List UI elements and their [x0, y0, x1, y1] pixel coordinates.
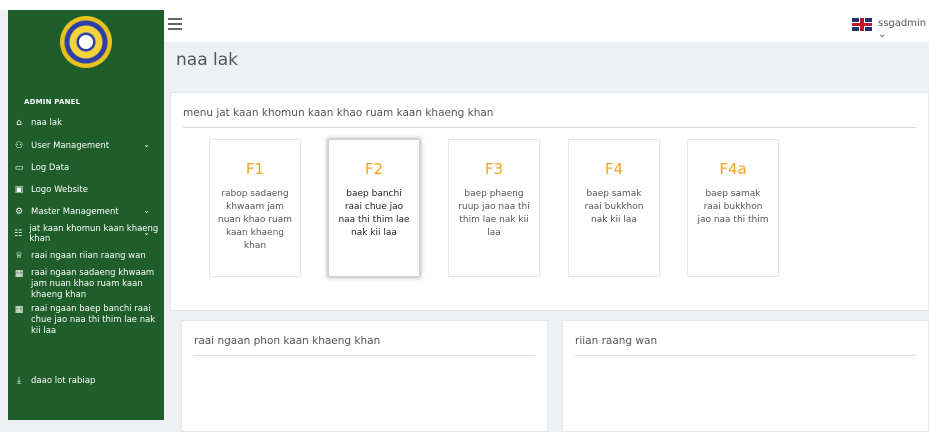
top-strip [0, 0, 929, 10]
card-code: F2 [364, 160, 384, 178]
sidebar-item-home[interactable]: ⌂ naa lak [8, 114, 164, 132]
card-code: F4a [719, 160, 747, 178]
admin-panel-label: ADMIN PANEL [24, 98, 81, 106]
sidebar-item-label: User Management [31, 141, 110, 151]
home-icon: ⌂ [16, 118, 22, 128]
logo-center [79, 35, 93, 49]
divider [183, 127, 916, 128]
card-description: baep samak raai bukkhon nak kii laa [584, 189, 644, 225]
sidebar-item-label: daao lot rabiap [31, 376, 96, 386]
download-icon: ⤓ [17, 376, 21, 386]
sidebar-item-label: Log Data [31, 163, 70, 173]
medals-panel: riian raang wan [562, 320, 929, 432]
cogs-icon: ⚙ [14, 207, 24, 217]
page-title: naa lak [176, 50, 238, 70]
sitemap-icon: ☷ [14, 229, 23, 239]
card-f4a[interactable]: F4a baep samak raai bukkhon jao naa thi … [687, 139, 779, 277]
chevron-down-icon: ⌄ [143, 140, 150, 149]
medals-panel-title: riian raang wan [575, 335, 658, 347]
sidebar-item-label: Master Management [31, 207, 119, 217]
card-description: baep banchi raai chue jao naa thi thim l… [338, 189, 410, 238]
organization-logo[interactable] [60, 16, 112, 68]
card-code: F4 [604, 160, 624, 178]
table-icon: ▦ [14, 269, 24, 279]
menu-panel-title: menu jat kaan khomun kaan khao ruam kaan… [183, 107, 494, 119]
card-f4[interactable]: F4 baep samak raai bukkhon nak kii laa [568, 139, 660, 277]
sidebar-item-master-management[interactable]: ⚙ Master Management ⌄ [8, 203, 164, 221]
sidebar-item-logo-website[interactable]: ▣ Logo Website [8, 181, 164, 199]
user-menu[interactable]: ssgadmin ⌄ [878, 18, 929, 40]
users-icon: ⚇ [14, 141, 24, 151]
divider [194, 355, 535, 356]
sidebar-item-participation-report[interactable]: ▦ raai ngaan sadaeng khwaam jam nuan kha… [8, 268, 164, 300]
sidebar-item-label: naa lak [31, 118, 62, 128]
card-description: rabop sadaeng khwaam jam nuan khao ruam … [218, 189, 292, 251]
results-panel-title: raai ngaan phon kaan khaeng khan [194, 335, 381, 347]
sidebar-item-label: Logo Website [31, 185, 88, 195]
sidebar-item-label: raai ngaan sadaeng khwaam jam nuan khao … [31, 268, 155, 300]
image-icon: ▣ [14, 185, 24, 195]
sidebar-item-label: raai ngaan baep banchi raai chue jao naa… [31, 304, 156, 336]
divider [575, 355, 916, 356]
card-description: baep samak raai bukkhon jao naa thi thim [697, 189, 769, 225]
table-icon: ▦ [14, 305, 24, 315]
card-f1[interactable]: F1 rabop sadaeng khwaam jam nuan khao ru… [209, 139, 301, 277]
sidebar-item-log-data[interactable]: ▭ Log Data [8, 159, 164, 177]
sidebar-item-competition-data[interactable]: ☷ jat kaan khomun kaan khaeng khan ⌄ [8, 224, 164, 244]
chevron-down-icon: ⌄ [143, 228, 150, 237]
top-bar: ssgadmin ⌄ [164, 10, 929, 42]
sidebar: ADMIN PANEL ⌂ naa lak ⚇ User Management … [8, 10, 164, 420]
chevron-down-icon: ⌄ [143, 206, 150, 215]
sidebar-item-staff-athlete-list-report[interactable]: ▦ raai ngaan baep banchi raai chue jao n… [8, 304, 164, 336]
trophy-icon: ♕ [14, 251, 24, 261]
sidebar-item-download-forms[interactable]: ⤓ daao lot rabiap [8, 372, 164, 390]
card-description: baep phaeng ruup jao naa thi thim lae na… [458, 189, 530, 238]
uk-flag-icon[interactable] [852, 18, 872, 31]
sidebar-item-label: raai ngaan riian raang wan [31, 251, 146, 261]
sidebar-item-user-management[interactable]: ⚇ User Management ⌄ [8, 137, 164, 155]
card-f2[interactable]: F2 baep banchi raai chue jao naa thi thi… [328, 139, 420, 277]
hamburger-menu-icon[interactable] [168, 18, 182, 30]
results-panel: raai ngaan phon kaan khaeng khan [181, 320, 548, 432]
card-code: F3 [484, 160, 504, 178]
monitor-icon: ▭ [14, 163, 24, 173]
card-f3[interactable]: F3 baep phaeng ruup jao naa thi thim lae… [448, 139, 540, 277]
card-code: F1 [245, 160, 265, 178]
sidebar-item-medal-report[interactable]: ♕ raai ngaan riian raang wan [8, 247, 164, 265]
